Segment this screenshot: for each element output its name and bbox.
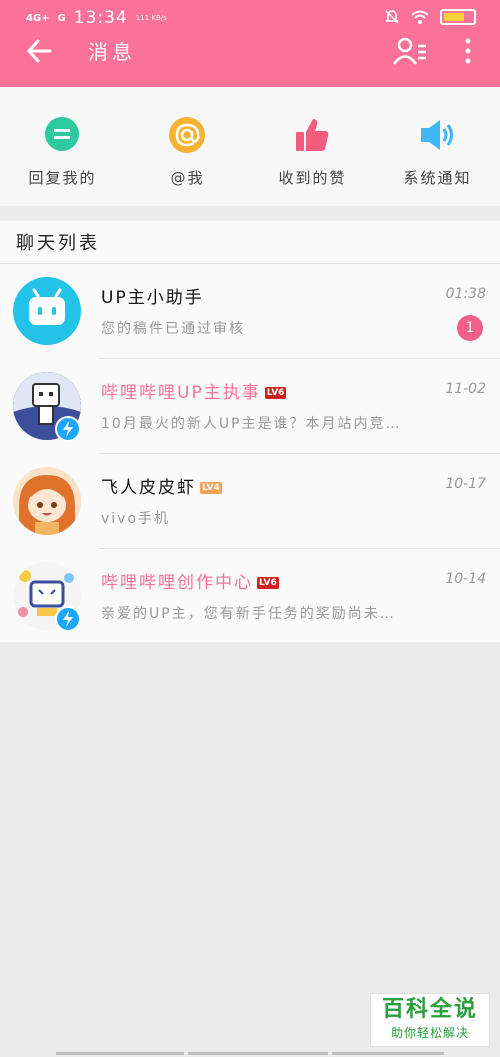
nav-gesture-bar xyxy=(188,1052,328,1055)
chat-time: 10-14 xyxy=(445,571,486,587)
chat-time: 01:38 xyxy=(445,286,486,302)
chat-preview: 10月最火的新人UP主是谁？本月站内竞… xyxy=(101,416,402,432)
more-options-icon[interactable] xyxy=(458,36,478,66)
signal-indicator: 4G+ xyxy=(26,12,50,24)
chat-name: 哔哩哔哩创作中心 LV6 xyxy=(101,568,279,593)
chat-list-title: 聊天列表 xyxy=(16,233,100,254)
at-icon xyxy=(169,117,205,153)
unread-badge: 1 xyxy=(457,315,483,341)
chat-name: 飞人皮皮虾 LV4 xyxy=(101,473,222,498)
chat-name: UP主小助手 xyxy=(101,283,204,308)
watermark-title: 百科全说 xyxy=(381,997,478,1022)
contacts-icon[interactable] xyxy=(393,37,427,65)
nav-gesture-bar xyxy=(332,1052,444,1055)
quick-action-label: 系统通知 xyxy=(403,169,472,187)
chat-row[interactable]: 哔哩哔哩创作中心 LV6 10-14 亲爱的UP主，您有新手任务的奖励尚未… xyxy=(0,549,500,644)
level-badge: LV4 xyxy=(200,482,222,494)
level-badge: LV6 xyxy=(264,387,287,399)
chat-row[interactable]: UP主小助手 01:38 您的稿件已通过审核 1 xyxy=(0,264,500,359)
thumbs-up-icon xyxy=(296,119,329,151)
chat-row[interactable]: 飞人皮皮虾 LV4 10-17 vivo手机 xyxy=(0,454,500,549)
chat-preview: 您的稿件已通过审核 xyxy=(101,321,245,337)
chat-time: 10-17 xyxy=(445,476,486,492)
chat-name-text: UP主小助手 xyxy=(101,288,204,308)
quick-action-label: 收到的赞 xyxy=(278,169,347,187)
quick-action-reply[interactable]: 回复我的 xyxy=(0,87,125,206)
quick-action-label: 回复我的 xyxy=(28,169,97,187)
quick-action-likes[interactable]: 收到的赞 xyxy=(250,87,375,206)
quick-action-notifications[interactable]: 系统通知 xyxy=(375,87,500,206)
avatar xyxy=(13,467,81,535)
app-header: 4G+ G 13:34 111 KB/s 消息 xyxy=(0,0,500,87)
chat-preview: 亲爱的UP主，您有新手任务的奖励尚未… xyxy=(101,606,396,622)
chat-row[interactable]: 哔哩哔哩UP主执事 LV6 11-02 10月最火的新人UP主是谁？本月站内竞… xyxy=(0,359,500,454)
net-speed: 111 KB/s xyxy=(135,14,167,22)
quick-action-label: @我 xyxy=(170,169,205,187)
anime-girl-avatar-icon xyxy=(19,475,75,535)
watermark-subtitle: 助你轻松解决 xyxy=(390,1026,469,1040)
bilibili-tv-icon xyxy=(29,288,65,325)
watermark-logo: 百科全说 助你轻松解决 xyxy=(370,993,490,1047)
chat-list: 聊天列表 UP主小助手 01:38 您的稿件已通过审核 1 哔哩哔哩UP主执事 … xyxy=(0,221,500,642)
status-bar: 4G+ G 13:34 111 KB/s xyxy=(0,0,500,34)
verified-badge-icon xyxy=(55,416,81,442)
speaker-icon xyxy=(421,120,453,150)
chat-preview: vivo手机 xyxy=(101,511,171,527)
chat-name-text: 哔哩哔哩UP主执事 xyxy=(101,383,261,403)
battery-icon xyxy=(440,9,476,25)
level-badge: LV6 xyxy=(257,577,279,589)
wifi-icon xyxy=(411,10,429,24)
chat-name-text: 飞人皮皮虾 xyxy=(101,478,196,498)
nav-bar: 消息 xyxy=(0,34,500,84)
avatar xyxy=(13,277,81,345)
chat-name-text: 哔哩哔哩创作中心 xyxy=(101,573,253,593)
chat-time: 11-02 xyxy=(445,381,486,397)
page-title: 消息 xyxy=(88,40,136,64)
reply-bubble-icon xyxy=(45,117,79,151)
signal-indicator-2: G xyxy=(57,12,66,24)
quick-action-at[interactable]: @我 xyxy=(125,87,250,206)
verified-badge-icon xyxy=(55,606,81,632)
clock: 13:34 xyxy=(73,8,128,28)
back-arrow-icon[interactable] xyxy=(26,38,52,64)
nav-gesture-bar xyxy=(56,1052,184,1055)
mute-bell-icon xyxy=(385,10,399,24)
quick-actions-bar: 回复我的 @我 收到的赞 系统通知 xyxy=(0,87,500,206)
chat-name: 哔哩哔哩UP主执事 LV6 xyxy=(101,378,287,403)
